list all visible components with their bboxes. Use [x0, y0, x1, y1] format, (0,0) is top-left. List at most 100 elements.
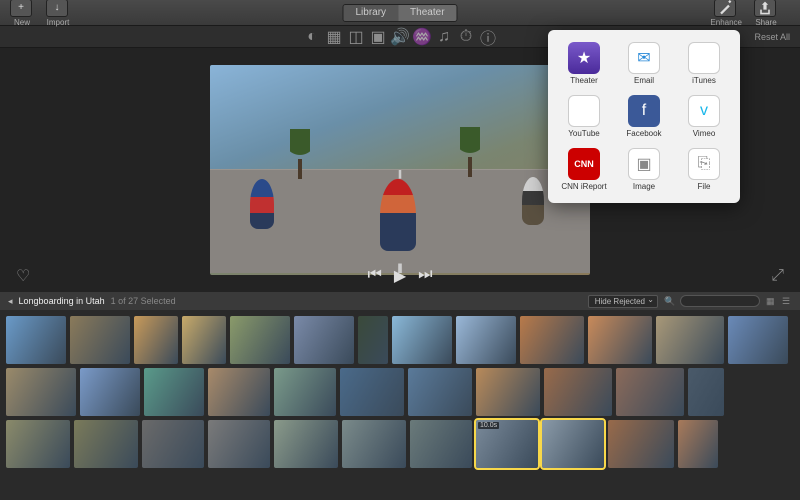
browser-back-icon[interactable]: ◂ [8, 296, 13, 307]
equalizer-icon[interactable]: ♫ [438, 31, 450, 43]
clip-thumbnail[interactable] [678, 420, 718, 468]
share-youtube-label: YouTube [568, 129, 599, 138]
image-icon: ▣ [628, 148, 660, 180]
noise-icon[interactable]: ♒ [416, 31, 428, 43]
clip-thumbnail[interactable] [208, 368, 270, 416]
import-group: ↓ Import [46, 0, 70, 27]
enhance-button[interactable] [714, 0, 736, 17]
clip-thumbnail[interactable] [688, 368, 724, 416]
reset-all-button[interactable]: Reset All [754, 32, 790, 42]
clip-thumbnail[interactable] [588, 316, 652, 364]
share-group: Share [754, 0, 778, 27]
clip-thumbnail[interactable] [520, 316, 584, 364]
share-vimeo[interactable]: vVimeo [676, 93, 732, 140]
clip-thumbnail[interactable] [342, 420, 406, 468]
clip-thumbnail[interactable] [274, 420, 338, 468]
filter-dropdown[interactable]: Hide Rejected [588, 295, 658, 308]
theater-icon: ★ [568, 42, 600, 74]
clip-thumbnail[interactable] [6, 368, 76, 416]
play-button[interactable]: ▶ [394, 266, 406, 286]
share-image[interactable]: ▣ Image [616, 146, 672, 193]
share-file-label: File [698, 182, 711, 191]
main-toolbar: + New ↓ Import Library Theater Enhance S… [0, 0, 800, 26]
clip-thumbnail[interactable] [182, 316, 226, 364]
crop-icon[interactable]: ◫ [350, 31, 362, 43]
share-popover: ★ Theater ✉ Email ♫ iTunes ▶ YouTube f Facebook vV… [548, 30, 740, 203]
clip-thumbnail[interactable] [410, 420, 472, 468]
next-button[interactable]: ⏭ [418, 266, 432, 286]
clip-thumbnail[interactable] [456, 316, 516, 364]
list-view-icon[interactable]: ☰ [782, 296, 792, 306]
color-balance-icon[interactable]: ◐ [306, 31, 318, 43]
clip-thumbnail[interactable] [142, 420, 204, 468]
clip-thumbnail[interactable] [134, 316, 178, 364]
share-button[interactable] [754, 0, 776, 17]
share-itunes-label: iTunes [692, 76, 716, 85]
youtube-icon: ▶ [568, 95, 600, 127]
theater-tab[interactable]: Theater [398, 5, 456, 21]
share-facebook-label: Facebook [626, 129, 661, 138]
share-email-label: Email [634, 76, 654, 85]
search-icon[interactable]: 🔍 [664, 296, 674, 306]
clip-thumbnail[interactable] [230, 316, 290, 364]
color-correct-icon[interactable]: ▦ [328, 31, 340, 43]
prev-button[interactable]: ⏮ [367, 266, 381, 286]
transport-controls: ⏮ ▶ ⏭ [367, 266, 432, 286]
clip-thumbnail[interactable] [476, 368, 540, 416]
clip-thumbnail[interactable] [294, 316, 354, 364]
itunes-icon: ♫ [688, 42, 720, 74]
clip-thumbnail[interactable] [544, 368, 612, 416]
import-button[interactable]: ↓ [46, 0, 68, 17]
clip-thumbnail[interactable] [358, 316, 388, 364]
share-youtube[interactable]: ▶ YouTube [556, 93, 612, 140]
email-icon: ✉ [628, 42, 660, 74]
preview-frame [210, 65, 590, 275]
clip-thumbnail[interactable] [542, 420, 604, 468]
clip-thumbnail[interactable] [608, 420, 674, 468]
facebook-icon: f [628, 95, 660, 127]
clip-thumbnail[interactable] [616, 368, 684, 416]
clip-thumbnail[interactable] [208, 420, 270, 468]
library-tab[interactable]: Library [343, 5, 398, 21]
info-icon[interactable]: ⓘ [482, 31, 494, 43]
share-facebook[interactable]: f Facebook [616, 93, 672, 140]
clip-browser: 10.0s [0, 310, 800, 500]
grid-view-icon[interactable]: ▦ [766, 296, 776, 306]
view-segment: Library Theater [342, 4, 457, 22]
fullscreen-icon[interactable]: ⤢ [771, 267, 784, 285]
share-cnn[interactable]: CNNCNN iReport [556, 146, 612, 193]
share-email[interactable]: ✉ Email [616, 40, 672, 87]
import-label: Import [47, 18, 70, 27]
clip-thumbnail[interactable] [392, 316, 452, 364]
new-button[interactable]: + [10, 0, 32, 17]
clip-thumbnail[interactable] [656, 316, 724, 364]
share-theater[interactable]: ★ Theater [556, 40, 612, 87]
clip-thumbnail[interactable] [144, 368, 204, 416]
share-theater-label: Theater [570, 76, 598, 85]
new-label: New [14, 18, 30, 27]
clip-thumbnail[interactable]: 10.0s [476, 420, 538, 468]
file-icon: ⎘ [688, 148, 720, 180]
clip-thumbnail[interactable] [6, 420, 70, 468]
clip-thumbnail[interactable] [340, 368, 404, 416]
share-file[interactable]: ⎘ File [676, 146, 732, 193]
volume-icon[interactable]: 🔊 [394, 31, 406, 43]
share-itunes[interactable]: ♫ iTunes [676, 40, 732, 87]
clip-thumbnail[interactable] [6, 316, 66, 364]
browser-header: ◂ Longboarding in Utah 1 of 27 Selected … [0, 292, 800, 310]
search-input[interactable] [680, 295, 760, 307]
stabilize-icon[interactable]: ▣ [372, 31, 384, 43]
new-group: + New [10, 0, 34, 27]
project-title: Longboarding in Utah [19, 296, 105, 306]
clip-thumbnail[interactable] [274, 368, 336, 416]
clip-thumbnail[interactable] [74, 420, 138, 468]
clip-thumbnail[interactable] [80, 368, 140, 416]
favorite-icon[interactable]: ♡ [16, 266, 30, 286]
selection-count: 1 of 27 Selected [111, 296, 176, 306]
share-vimeo-label: Vimeo [693, 129, 716, 138]
clip-thumbnail[interactable] [728, 316, 788, 364]
share-image-label: Image [633, 182, 655, 191]
clip-thumbnail[interactable] [70, 316, 130, 364]
clip-thumbnail[interactable] [408, 368, 472, 416]
speed-icon[interactable]: ⏱ [460, 31, 472, 43]
